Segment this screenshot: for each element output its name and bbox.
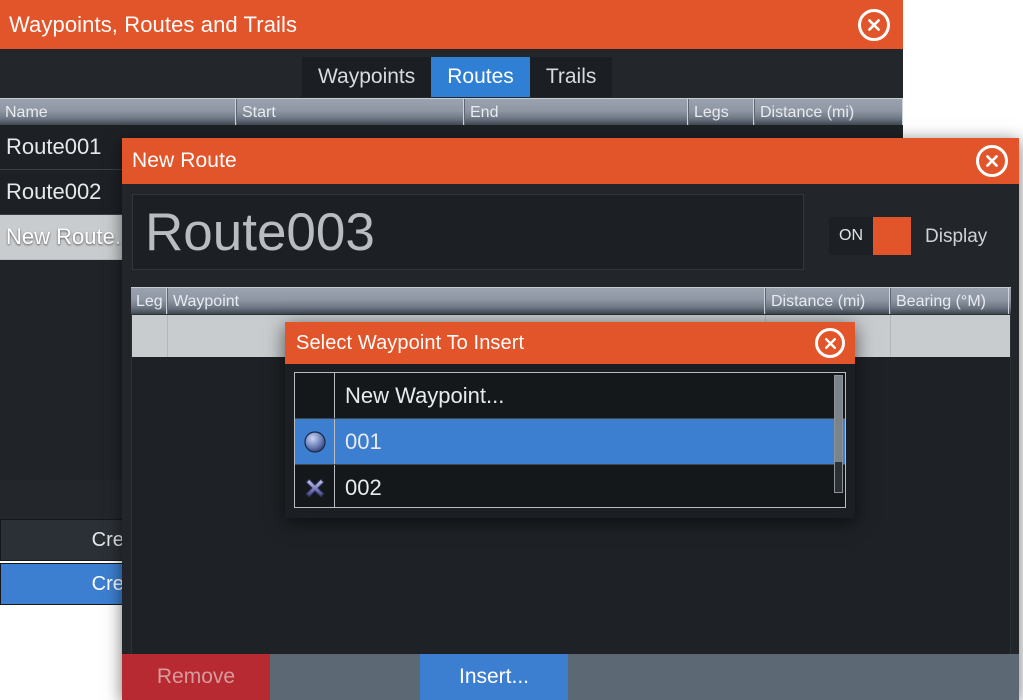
display-toggle-knob (873, 217, 911, 255)
display-toggle[interactable]: ON (829, 217, 911, 255)
tab-waypoints[interactable]: Waypoints (302, 57, 432, 97)
tab-strip: Waypoints Routes Trails (302, 57, 613, 97)
list-item-label: 001 (345, 428, 382, 454)
column-header-leg-distance[interactable]: Distance (mi) (765, 288, 890, 314)
routes-table-header: Name Start End Legs Distance (mi) (0, 98, 903, 125)
column-header-start[interactable]: Start (236, 99, 464, 125)
base-window-title: Waypoints, Routes and Trails (9, 11, 298, 37)
close-circle-icon[interactable] (976, 145, 1008, 177)
list-item-label: New Waypoint... (345, 382, 505, 408)
sphere-icon (295, 419, 335, 464)
list-item[interactable]: New Waypoint... (295, 373, 845, 419)
base-window-titlebar: Waypoints, Routes and Trails (0, 0, 903, 49)
new-route-titlebar: New Route (122, 138, 1019, 184)
legs-table-header: Leg Waypoint Distance (mi) Bearing (°M) (131, 287, 1011, 314)
close-circle-icon[interactable] (858, 9, 890, 41)
vertical-scrollbar[interactable] (834, 375, 843, 493)
column-header-distance[interactable]: Distance (mi) (754, 99, 903, 125)
column-header-name[interactable]: Name (0, 99, 236, 125)
column-header-waypoint[interactable]: Waypoint (167, 288, 765, 314)
column-header-bearing[interactable]: Bearing (°M) (890, 288, 1009, 314)
column-header-legs[interactable]: Legs (688, 99, 754, 125)
waypoint-list: New Waypoint... 001 002 (294, 372, 846, 508)
list-item[interactable]: 002 (295, 465, 845, 507)
display-toggle-state: ON (839, 227, 863, 244)
column-header-end[interactable]: End (464, 99, 688, 125)
insert-button[interactable]: Insert... (420, 654, 568, 700)
tab-trails[interactable]: Trails (529, 57, 613, 97)
select-waypoint-title: Select Waypoint To Insert (296, 331, 525, 354)
cell-bearing (891, 315, 1010, 357)
footer-spacer-left (270, 654, 420, 700)
tab-routes[interactable]: Routes (431, 57, 530, 97)
remove-button[interactable]: Remove (122, 654, 270, 700)
footer-spacer-right (568, 654, 1019, 700)
select-waypoint-dialog: Select Waypoint To Insert New Waypoint..… (285, 322, 855, 518)
waypoint-icon-placeholder (295, 373, 335, 418)
new-route-title: New Route (132, 149, 237, 172)
new-route-footer: Remove Insert... (122, 654, 1019, 700)
scrollbar-thumb[interactable] (835, 376, 842, 462)
column-header-leg[interactable]: Leg (131, 288, 167, 314)
route-name-field[interactable]: Route003 (132, 194, 804, 270)
cell-leg (132, 315, 168, 357)
list-item-label: 002 (345, 474, 382, 500)
list-item[interactable]: 001 (295, 419, 845, 465)
cross-icon (295, 465, 335, 507)
close-circle-icon[interactable] (815, 328, 845, 358)
select-waypoint-titlebar: Select Waypoint To Insert (285, 322, 855, 364)
screen-root: Waypoints, Routes and Trails Waypoints R… (0, 0, 1023, 700)
display-toggle-label: Display (925, 226, 988, 247)
